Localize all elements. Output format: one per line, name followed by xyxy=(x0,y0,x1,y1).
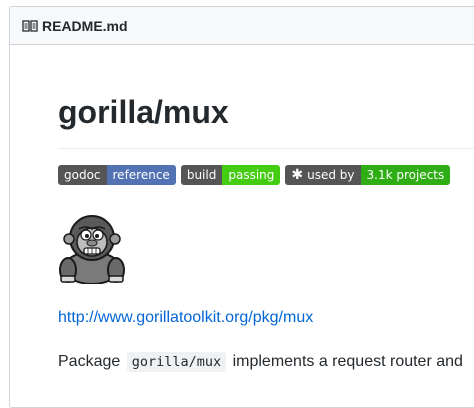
badge-label: godoc xyxy=(58,165,107,185)
godoc-badge[interactable]: godoc reference xyxy=(58,165,176,185)
badge-label-wrap: ✱ used by xyxy=(285,165,361,185)
paragraph-text-after: implements a request router and xyxy=(232,353,463,370)
badge-label: used by xyxy=(307,168,355,182)
description-paragraph: Package gorilla/mux implements a request… xyxy=(58,350,463,374)
readme-panel: README.md gorilla/mux godoc reference bu… xyxy=(9,6,474,408)
build-badge[interactable]: build passing xyxy=(180,165,281,185)
badge-value: 3.1k projects xyxy=(360,165,451,185)
inline-code: gorilla/mux xyxy=(126,352,227,372)
badge-value: reference xyxy=(106,165,176,185)
badge-row: godoc reference build passing ✱ used by … xyxy=(58,165,451,185)
used-by-badge[interactable]: ✱ used by 3.1k projects xyxy=(285,165,451,185)
page-title: gorilla/mux xyxy=(58,94,229,130)
badge-value: passing xyxy=(222,165,281,185)
readme-filename[interactable]: README.md xyxy=(42,18,128,34)
paragraph-text-before: Package xyxy=(58,353,121,370)
badge-label: build xyxy=(180,165,223,185)
asterisk-icon: ✱ xyxy=(291,167,304,183)
gorilla-toolkit-link[interactable]: http://www.gorillatoolkit.org/pkg/mux xyxy=(58,309,313,327)
gorilla-logo xyxy=(59,215,125,284)
book-icon xyxy=(22,18,38,34)
title-divider xyxy=(58,148,474,149)
readme-header: README.md xyxy=(10,7,474,45)
